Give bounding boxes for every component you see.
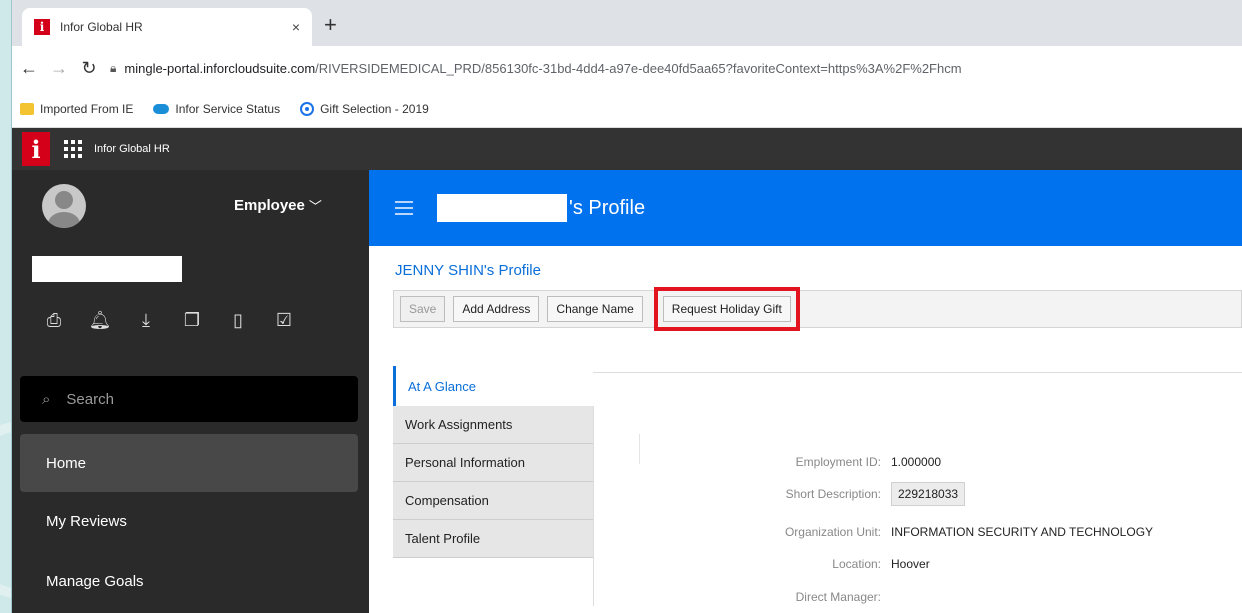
bookmarks-bar: Imported From IE Infor Service Status Gi…	[12, 90, 1242, 128]
profile-toolbar: Save Add Address Change Name Request Hol…	[393, 287, 1242, 331]
profile-title: JENNY SHIN's Profile	[395, 262, 541, 279]
document-icon[interactable]: ▯	[226, 310, 250, 331]
field-employment-id: Employment ID: 1.000000	[691, 455, 941, 469]
divider	[593, 372, 1242, 373]
profile-tabs: At A Glance Work Assignments Personal In…	[393, 366, 593, 558]
radio-icon	[300, 101, 315, 116]
close-tab-icon[interactable]: ×	[292, 19, 300, 35]
forward-icon[interactable]: →	[50, 58, 68, 79]
browser-tab[interactable]: i Infor Global HR ×	[22, 8, 312, 46]
divider	[639, 434, 640, 464]
content-header: 's Profile	[369, 170, 1242, 246]
url-path: /RIVERSIDEMEDICAL_PRD/856130fc-31bd-4dd4…	[315, 60, 962, 76]
redacted-user-name	[32, 256, 182, 282]
sidebar-item-home[interactable]: Home	[20, 434, 358, 492]
chevron-down-icon: ﹀	[308, 199, 322, 214]
field-value: 229218033	[891, 482, 966, 506]
app-menu-icon[interactable]	[64, 140, 82, 158]
print-icon[interactable]: ⎙	[42, 310, 66, 331]
copy-icon[interactable]: ❐	[180, 310, 204, 331]
content-area: 's Profile JENNY SHIN's Profile Save Add…	[369, 170, 1242, 613]
new-tab-icon[interactable]: +	[324, 12, 337, 38]
bookmark-label: Gift Selection - 2019	[320, 101, 429, 116]
tab-personal-information[interactable]: Personal Information	[393, 444, 593, 482]
sidebar-item-label: Home	[46, 454, 87, 472]
tab-strip: i Infor Global HR × +	[12, 0, 1242, 46]
avatar[interactable]	[42, 184, 86, 228]
tab-at-a-glance[interactable]: At A Glance	[393, 366, 593, 406]
reload-icon[interactable]: ↻	[80, 58, 98, 79]
app-title: Infor Global HR	[94, 143, 170, 155]
search-placeholder: Search	[66, 390, 114, 408]
role-label: Employee	[234, 197, 305, 214]
field-short-description: Short Description: 229218033	[691, 482, 966, 506]
lock-icon: 🔒︎	[110, 60, 117, 75]
field-location: Location: Hoover	[691, 557, 930, 571]
infor-favicon-icon: i	[34, 19, 50, 35]
url-host: mingle-portal.inforcloudsuite.com	[124, 60, 316, 76]
sidebar-item-my-reviews[interactable]: My Reviews	[20, 492, 358, 550]
sidebar-item-label: My Reviews	[46, 512, 127, 530]
sidebar: Employee ﹀ ⎙ 🔔︎ ⤓ ❐ ▯ ☑ ⌕ Search Home My…	[12, 170, 369, 613]
search-input[interactable]: ⌕ Search	[20, 376, 358, 422]
field-value: INFORMATION SECURITY AND TECHNOLOGY	[891, 525, 1154, 539]
tab-work-assignments[interactable]: Work Assignments	[393, 406, 593, 444]
back-icon[interactable]: ←	[20, 58, 38, 79]
sidebar-item-label: Manage Goals	[46, 572, 144, 590]
field-label: Organization Unit:	[784, 525, 881, 539]
request-holiday-gift-button[interactable]: Request Holiday Gift	[653, 287, 800, 331]
page-title: 's Profile	[569, 196, 646, 219]
field-label: Employment ID:	[795, 455, 881, 469]
folder-icon	[20, 102, 34, 115]
field-label: Short Description:	[785, 487, 881, 501]
field-direct-manager: Direct Manager:	[691, 590, 891, 604]
add-address-button[interactable]: Add Address	[453, 296, 540, 322]
tab-compensation[interactable]: Compensation	[393, 482, 593, 520]
tab-title: Infor Global HR	[60, 20, 143, 34]
sidebar-action-icons: ⎙ 🔔︎ ⤓ ❐ ▯ ☑	[42, 310, 296, 331]
download-icon[interactable]: ⤓	[134, 310, 158, 331]
bookmark-label: Infor Service Status	[175, 101, 281, 116]
cloud-icon	[153, 103, 170, 114]
sidebar-item-manage-goals[interactable]: Manage Goals	[20, 552, 358, 610]
app-header: i Infor Global HR	[12, 128, 1242, 170]
address-bar: ← → ↻ 🔒︎ mingle-portal.inforcloudsuite.c…	[12, 46, 1242, 90]
hamburger-menu-icon[interactable]	[395, 201, 413, 215]
field-value: 1.000000	[891, 455, 942, 469]
bookmark-gift-selection[interactable]: Gift Selection - 2019	[300, 101, 429, 116]
field-label: Location:	[832, 557, 881, 571]
field-label: Direct Manager:	[795, 590, 881, 604]
redacted-name	[437, 194, 567, 222]
browser-window: i Infor Global HR × + ← → ↻ 🔒︎ mingle-po…	[12, 0, 1242, 613]
notification-icon[interactable]: 🔔︎	[88, 310, 112, 331]
change-name-button[interactable]: Change Name	[547, 296, 643, 322]
main-area: Employee ﹀ ⎙ 🔔︎ ⤓ ❐ ▯ ☑ ⌕ Search Home My…	[12, 170, 1242, 613]
save-button[interactable]: Save	[400, 296, 446, 322]
role-selector[interactable]: Employee ﹀	[234, 196, 322, 215]
field-value: Hoover	[891, 557, 930, 571]
field-organization-unit: Organization Unit: INFORMATION SECURITY …	[691, 525, 1153, 539]
bookmark-label: Imported From IE	[40, 101, 134, 116]
search-icon: ⌕	[42, 390, 51, 408]
bookmark-imported-from-ie[interactable]: Imported From IE	[20, 102, 133, 116]
url-field[interactable]: 🔒︎ mingle-portal.inforcloudsuite.com/RIV…	[110, 61, 962, 76]
tab-talent-profile[interactable]: Talent Profile	[393, 520, 593, 558]
checkbox-icon[interactable]: ☑	[272, 310, 296, 331]
bookmark-infor-service-status[interactable]: Infor Service Status	[153, 102, 280, 116]
divider	[593, 406, 594, 606]
infor-logo[interactable]: i	[22, 132, 50, 166]
